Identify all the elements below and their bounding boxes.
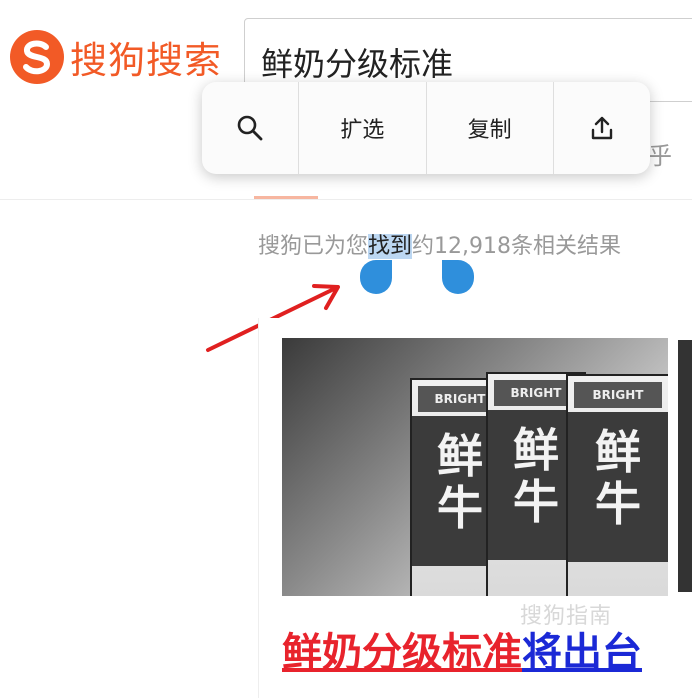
carton-brand: BRIGHT [574,382,662,408]
result-count-text: 搜狗已为您找到约12,918条相关结果 [258,228,621,260]
search-query-text: 鲜奶分级标准 [261,45,454,83]
copy-label: 复制 [467,118,512,143]
result-count-after: 约12,918条相关结果 [412,234,622,259]
menu-search-button[interactable] [202,82,300,174]
result-count-before: 搜狗已为您 [258,234,369,259]
share-icon [591,116,613,140]
logo-text: 搜狗搜索 [70,39,222,82]
expand-selection-label: 扩选 [340,118,385,143]
milk-carton: BRIGHT 鲜牛 [566,374,668,596]
selection-handle-left[interactable] [360,260,392,294]
next-image-edge [678,340,692,592]
header-divider [0,199,692,200]
title-red-part: 鲜奶分级标准 [282,630,522,676]
menu-expand-selection-button[interactable]: 扩选 [299,82,427,174]
carton-text: 鲜牛 [595,425,641,531]
title-blue-part: 将出台 [522,630,642,676]
selected-text[interactable]: 找到 [368,234,413,259]
tab-partial-label[interactable]: 乎 [648,136,672,171]
selection-handle-right[interactable] [442,260,474,294]
result-image[interactable]: BRIGHT 鲜牛 BRIGHT 鲜牛 BRIGHT 鲜牛 [282,338,668,596]
menu-copy-button[interactable]: 复制 [427,82,554,174]
result-title-link[interactable]: 鲜奶分级标准将出台 [282,620,642,678]
sogou-logo-icon [10,30,64,84]
text-selection-menu: 扩选 复制 [202,82,650,174]
menu-share-button[interactable] [554,82,650,174]
sogou-logo[interactable]: 搜狗搜索 [10,30,222,84]
search-icon [237,115,263,141]
